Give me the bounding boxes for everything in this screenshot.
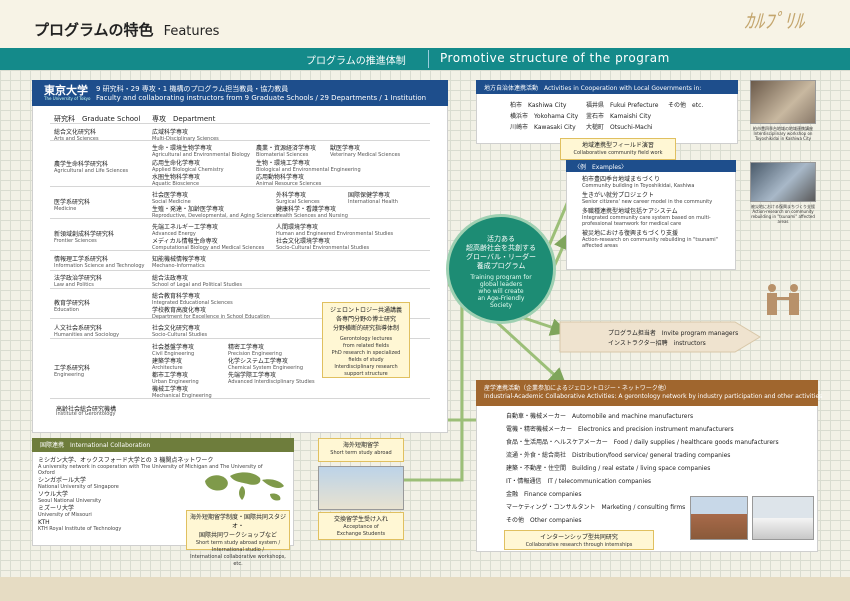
exchange-system-callout: 海外短期留学制度・国際共同スタジオ・ 国際共同ワークショップなど Short t… xyxy=(186,510,290,567)
industry-row: その他 Other companies xyxy=(506,517,582,524)
school-item: 工学系研究科 Engineering xyxy=(54,365,91,378)
school-item: 情報理工学系研究科 Information Science and Technol… xyxy=(54,256,145,269)
dept-item: 総合教育科学専攻 Integrated Educational Sciences xyxy=(152,293,233,306)
house-photo xyxy=(690,496,748,540)
institute-name-en: Institute of Gerontology xyxy=(56,411,116,417)
dept-item: 広域科学専攻 Multi-Disciplinary Sciences xyxy=(152,129,219,142)
dept-item: 精密工学専攻 Precision Engineering xyxy=(228,344,282,357)
workshop-photo xyxy=(750,80,816,124)
dept-item: 水圏生物科学専攻 Aquatic Bioscience xyxy=(152,174,201,187)
dept-item: 社会医学専攻 Social Medicine xyxy=(152,192,191,205)
campus-photo xyxy=(318,466,404,510)
row-separator xyxy=(50,270,430,271)
dept-item: 応用動物科学専攻 Animal Resource Sciences xyxy=(256,174,322,187)
industry-row: 建築・不動産・住空間 Building / real estate / livi… xyxy=(506,465,711,472)
dept-item: 人間環境学専攻 Human and Engineered Environmenta… xyxy=(276,224,394,237)
city-item: 川崎市 Kawasaki City xyxy=(510,124,576,131)
gerontology-callout: ジェロントロジー共通講義 各専門分野の博士研究 分野横断的研究指導体制 Gero… xyxy=(322,302,410,378)
school-item: 新領域創成科学研究科 Frontier Sciences xyxy=(54,231,115,244)
industry-row: 金融 Finance companies xyxy=(506,491,582,498)
dept-item: 応用生命化学専攻 Applied Biological Chemistry xyxy=(152,160,224,173)
industry-row: 自動車・機械メーカー Automobile and machine manufa… xyxy=(506,413,694,420)
row-separator xyxy=(50,398,430,399)
industry-title-en: Industrial-Academic Collaborative Activi… xyxy=(484,393,823,400)
dept-item: 知能機械情報学専攻 Mechano-Informatics xyxy=(152,256,207,269)
business-people-icon xyxy=(767,284,799,315)
dept-item: 外科学専攻 Surgical Sciences xyxy=(276,192,320,205)
managers-line-1: プログラム担当者 Invite program managers xyxy=(608,330,739,337)
row-separator xyxy=(50,186,430,187)
industry-row: マーケティング・コンサルタント Marketing / consulting f… xyxy=(506,504,686,511)
dept-item: 化学システム工学専攻 Chemical System Engineering xyxy=(228,358,304,371)
city-item: 釜石市 Kamaishi City xyxy=(586,113,651,120)
exchange-students-callout: 交換留学生受け入れ Acceptance of Exchange Student… xyxy=(318,512,404,540)
dept-item: 生殖・発達・加齢医学専攻 Reproductive, Developmental,… xyxy=(152,206,279,219)
row-separator xyxy=(50,140,430,141)
city-item: その他 etc. xyxy=(668,102,704,109)
dept-item: 健康科学・看護学専攻 Health Sciences and Nursing xyxy=(276,206,348,219)
field-work-callout: 地域連携型フィールド演習 Collaborative community fie… xyxy=(560,138,676,160)
university-name-en: The University of Tokyo xyxy=(44,96,91,101)
industry-row: 食品・生活用品・ヘルスケアメーカー Food / daily supplies … xyxy=(506,439,779,446)
industry-row: IT・情報通信 IT / telecommunication companies xyxy=(506,478,652,485)
program-center-circle: 活力ある 超高齢社会を共創する グローバル・リーダー 養成プログラム Train… xyxy=(446,214,556,324)
industry-title-jp: 産学連携活動（企業参加によるジェロントロジー・ネットワーク他） xyxy=(484,385,670,392)
internship-callout: インターンシップ型共同研究 Collaborative research thr… xyxy=(504,530,654,550)
industry-row: 電機・精密機械メーカー Electronics and precision in… xyxy=(506,426,734,433)
school-item: 農学生命科学研究科 Agricultural and Life Sciences xyxy=(54,161,129,174)
workshop-photo-caption: 柏市豊四季台地域の地域連携講座 Interdisciplinary worksho… xyxy=(753,126,813,141)
city-item: 横浜市 Yokohama City xyxy=(510,113,579,120)
dept-item: 機械工学専攻 Mechanical Engineering xyxy=(152,386,212,399)
city-item: 柏市 Kashiwa City xyxy=(510,102,567,109)
dept-item: メディカル情報生命専攻 Computational Biology and Med… xyxy=(152,238,265,251)
faculty-summary-jp: 9 研究科・29 専攻・1 機構のプログラム担当教員・協力教員 xyxy=(96,85,289,93)
dept-item: 生命・環境生物学専攻 Agricultural and Environmental… xyxy=(152,145,250,158)
dept-item: 生物・環境工学専攻 Biological and Environmental En… xyxy=(256,160,361,173)
school-item: 法学政治学研究科 Law and Politics xyxy=(54,275,103,288)
intl-title: 国際連携 International Collaboration xyxy=(40,442,151,449)
vehicle-photo xyxy=(752,496,814,540)
city-item: 福井県 Fukui Prefecture xyxy=(586,102,659,109)
world-map-icon xyxy=(205,472,284,501)
faculty-summary-en: Faculty and collaborating instructors fr… xyxy=(96,94,427,102)
examples-list: 柏市豊四季台地域まちづくり Community building in Toyos… xyxy=(582,176,718,249)
dept-item: 国際保健学専攻 International Health xyxy=(348,192,398,205)
school-item: 教育学研究科 Education xyxy=(54,300,91,313)
dept-item: 獣医学専攻 Veterinary Medical Sciences xyxy=(330,145,401,158)
industry-row: 流通・外食・総合商社 Distribution/food service/ ge… xyxy=(506,452,731,459)
dept-item: 都市工学専攻 Urban Engineering xyxy=(152,372,199,385)
study-abroad-callout: 海外短期留学 Short term study abroad xyxy=(318,438,404,462)
dept-item: 総合法政専攻 School of Legal and Political Stud… xyxy=(152,275,242,288)
dept-item: 学校教育高度化専攻 Department for Excellence in Sc… xyxy=(152,307,270,320)
dept-item: 先端学際工学専攻 Advanced Interdisciplinary Studi… xyxy=(228,372,315,385)
managers-line-2: インストラクター招聘 instructors xyxy=(608,340,706,347)
school-item: 医学系研究科 Medicine xyxy=(54,199,91,212)
dept-item: 先端エネルギー工学専攻 Advanced Energy xyxy=(152,224,219,237)
local-gov-title: 地方自治体連携活動 Activities in Cooperation with… xyxy=(484,85,702,92)
dept-item: 社会文化研究専攻 Socio-Cultural Studies xyxy=(152,325,208,338)
rebuilding-photo-caption: 被災地における復興まちづくり支援 Action-research on commu… xyxy=(751,204,815,224)
school-item: 人文社会系研究科 Humanities and Sociology xyxy=(54,325,120,338)
row-separator xyxy=(50,288,430,289)
examples-title: 〈例 Examples〉 xyxy=(574,164,628,171)
school-item: 総合文化研究科 Arts and Sciences xyxy=(54,129,99,142)
dept-item: 建築学専攻 Architecture xyxy=(152,358,183,371)
dept-item: 農業・資源経済学専攻 Biomaterial Sciences xyxy=(256,145,317,158)
dept-item: 社会文化環境学専攻 Socio-Cultural Environmental St… xyxy=(276,238,370,251)
dept-item: 社会基盤学専攻 Civil Engineering xyxy=(152,344,195,357)
city-item: 大槌町 Otsuchi-Machi xyxy=(586,124,653,131)
row-separator xyxy=(50,123,430,124)
rebuilding-photo xyxy=(750,162,816,202)
